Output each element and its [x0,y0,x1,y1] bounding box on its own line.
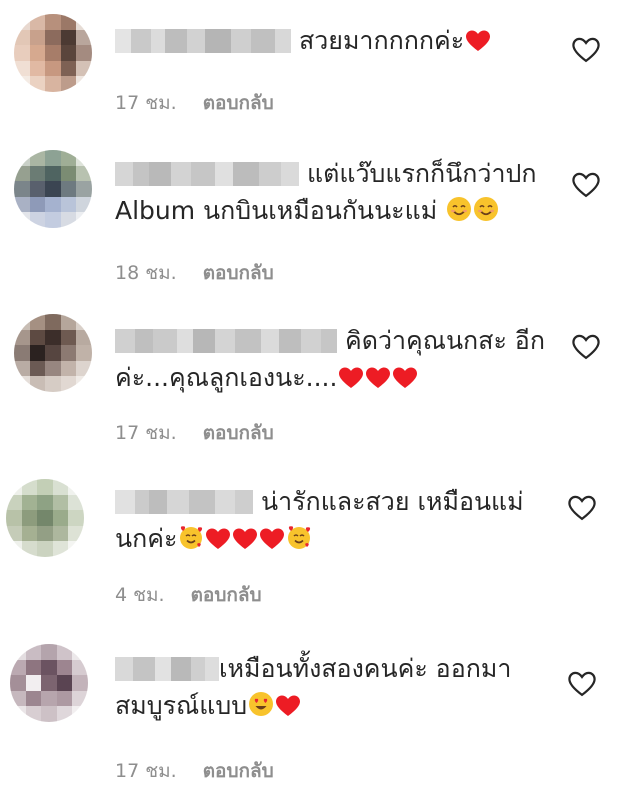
comment-meta: 17 ชม. ตอบกลับ [115,756,274,786]
username-redacted[interactable] [115,329,337,353]
avatar[interactable] [14,314,92,392]
comment-meta: 17 ชม. ตอบกลับ [115,418,274,448]
avatar[interactable] [10,644,88,722]
username-redacted[interactable] [115,29,291,53]
timestamp: 18 ชม. [115,262,177,284]
comment-body: คิดว่าคุณนกสะ อีกค่ะ...คุณลูกเองนะ.... [115,322,555,399]
reply-button[interactable]: ตอบกลับ [203,92,274,114]
reply-button[interactable]: ตอบกลับ [191,584,262,606]
username-redacted[interactable] [115,162,299,186]
comment-meta: 18 ชม. ตอบกลับ [115,258,274,288]
reply-button[interactable]: ตอบกลับ [203,760,274,782]
comment-text: สวยมากกกกค่ะ [299,26,465,55]
heart-outline-icon[interactable] [568,671,596,697]
comment-body: น่ารักและสวย เหมือนแม่ นกค่ะ [115,483,555,560]
comment-body: เหมือนทั้งสองคนค่ะ ออกมา สมบูรณ์แบบ [115,650,555,727]
heart-outline-icon[interactable] [572,37,600,63]
timestamp: 17 ชม. [115,422,177,444]
red-heart-emoji [259,523,285,560]
comment-meta: 17 ชม. ตอบกลับ [115,88,274,118]
comment-item: เหมือนทั้งสองคนค่ะ ออกมา สมบูรณ์แบบ 17 ช… [0,630,632,794]
comment-meta: 4 ชม. ตอบกลับ [115,580,262,610]
comment-item: น่ารักและสวย เหมือนแม่ นกค่ะ 4 ชม. ตอบกลั… [0,465,632,630]
comment-item: คิดว่าคุณนกสะ อีกค่ะ...คุณลูกเองนะ.... 1… [0,300,632,465]
avatar[interactable] [6,479,84,557]
comment-body: สวยมากกกกค่ะ [115,22,555,62]
reply-button[interactable]: ตอบกลับ [203,422,274,444]
heart-eyes-face-emoji [248,690,274,727]
comment-item: สวยมากกกกค่ะ 17 ชม. ตอบกลับ [0,0,632,130]
comment-body: แต่แว๊บแรกก็นึกว่าปก Album นกบินเหมือนกั… [115,155,545,232]
red-heart-emoji [465,25,491,62]
timestamp: 17 ชม. [115,760,177,782]
heart-outline-icon[interactable] [568,495,596,521]
smiling-face-emoji [446,195,472,232]
red-heart-emoji [232,523,258,560]
red-heart-emoji [275,690,301,727]
red-heart-emoji [338,362,364,399]
reply-button[interactable]: ตอบกลับ [203,262,274,284]
avatar[interactable] [14,150,92,228]
red-heart-emoji [392,362,418,399]
smiling-face-emoji [473,195,499,232]
avatar[interactable] [14,14,92,92]
smiling-face-with-hearts-emoji [178,523,204,560]
username-redacted[interactable] [115,490,253,514]
comment-item: แต่แว๊บแรกก็นึกว่าปก Album นกบินเหมือนกั… [0,130,632,300]
red-heart-emoji [205,523,231,560]
heart-outline-icon[interactable] [572,172,600,198]
username-redacted[interactable] [115,657,219,681]
timestamp: 4 ชม. [115,584,165,606]
smiling-face-with-hearts-emoji [286,523,312,560]
red-heart-emoji [365,362,391,399]
heart-outline-icon[interactable] [572,334,600,360]
timestamp: 17 ชม. [115,92,177,114]
